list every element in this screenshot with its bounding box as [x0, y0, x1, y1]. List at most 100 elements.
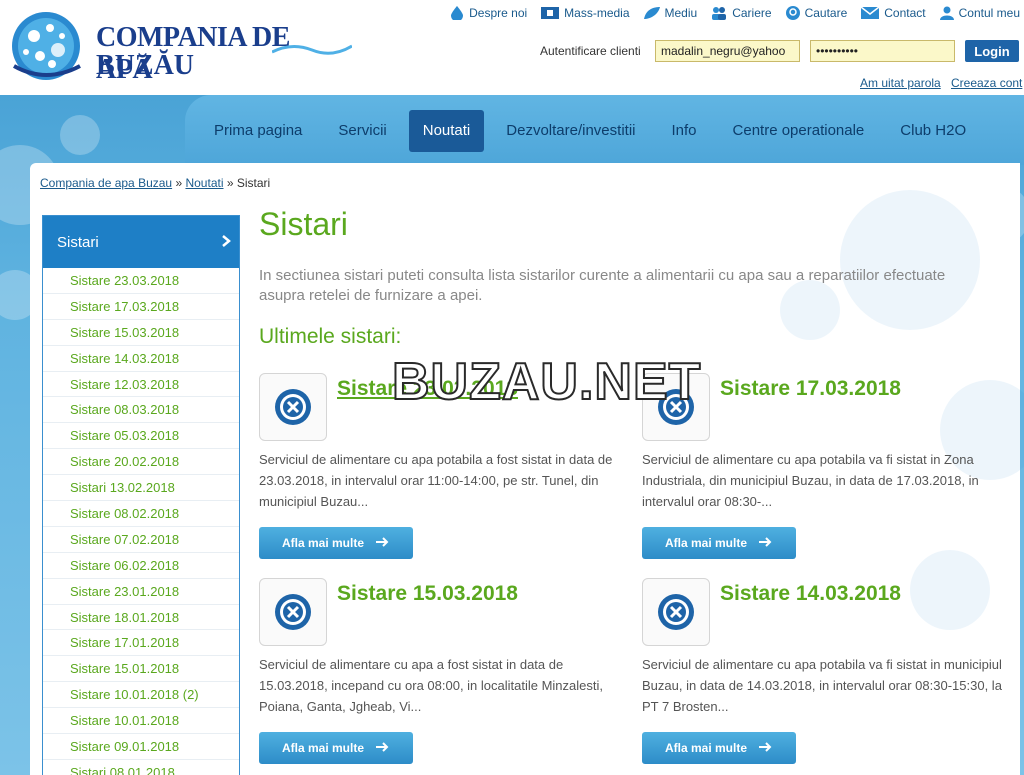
arrow-right-icon	[376, 741, 390, 755]
sidebar-item[interactable]: Sistare 10.01.2018 (2)	[43, 682, 239, 709]
sidebar-item[interactable]: Sistare 09.01.2018	[43, 734, 239, 760]
sidebar-item[interactable]: Sistare 08.03.2018	[43, 397, 239, 424]
news-title[interactable]: Sistare 15.03.2018	[337, 582, 518, 606]
user-icon	[939, 6, 954, 20]
site-header: COMPANIA DE APĂ BUZĂU Despre noi Mass-me…	[0, 0, 1024, 95]
arrow-right-icon	[376, 536, 390, 550]
drop-icon	[450, 6, 464, 20]
nav-info[interactable]: Info	[657, 110, 710, 152]
news-description: Serviciul de alimentare cu apa potabila …	[642, 452, 979, 509]
sidebar-item[interactable]: Sistare 15.01.2018	[43, 656, 239, 683]
toplink-cariere[interactable]: Cariere	[711, 6, 772, 20]
water-drop-logo-icon	[12, 12, 81, 80]
chevron-right-icon	[222, 234, 231, 251]
page-title: Sistari	[259, 206, 348, 242]
nav-club[interactable]: Club H2O	[886, 110, 980, 152]
top-links: Despre noi Mass-media Mediu Cariere Caut…	[436, 6, 1020, 20]
read-more-label: Afla mai multe	[664, 741, 748, 755]
watermark: BUZAU.NET	[391, 352, 702, 412]
nav-dezvoltare[interactable]: Dezvoltare/investitii	[492, 110, 649, 152]
sidebar-item[interactable]: Sistare 17.03.2018	[43, 294, 239, 320]
toplink-cautare[interactable]: Cautare	[785, 6, 847, 20]
close-circle-icon	[275, 594, 311, 630]
toplink-label: Mass-media	[564, 6, 630, 20]
arrow-right-icon	[759, 536, 773, 550]
logo-subtitle: BUZĂU	[96, 50, 195, 81]
sidebar-item[interactable]: Sistare 20.02.2018	[43, 449, 239, 476]
news-title[interactable]: Sistare 17.03.2018	[720, 377, 901, 401]
news-thumbnail[interactable]	[642, 578, 710, 646]
main-nav: Prima pagina Servicii Noutati Dezvoltare…	[200, 110, 988, 152]
toplink-despre-noi[interactable]: Despre noi	[450, 6, 527, 20]
nav-servicii[interactable]: Servicii	[324, 110, 400, 152]
email-field[interactable]	[655, 40, 800, 62]
nav-noutati[interactable]: Noutati	[408, 110, 485, 152]
intro-text: In sectiunea sistari puteti consulta lis…	[259, 267, 946, 304]
sidebar-item[interactable]: Sistare 07.02.2018	[43, 527, 239, 553]
login-button[interactable]: Login	[965, 40, 1019, 62]
toplink-label: Contact	[884, 6, 926, 20]
toplink-label: Contul meu	[958, 6, 1020, 20]
news-description: Serviciul de alimentare cu apa a fost si…	[259, 657, 603, 714]
toplink-mass-media[interactable]: Mass-media	[541, 6, 630, 20]
sidebar-item[interactable]: Sistare 18.01.2018	[43, 605, 239, 631]
read-more-label: Afla mai multe	[281, 536, 365, 550]
sidebar-item[interactable]: Sistare 15.03.2018	[43, 320, 239, 346]
news-description: Serviciul de alimentare cu apa potabila …	[259, 452, 613, 509]
logo-wave-icon	[272, 44, 352, 55]
news-thumbnail[interactable]	[259, 578, 327, 646]
toplink-contact[interactable]: Contact	[861, 6, 926, 20]
toplink-label: Despre noi	[469, 6, 528, 20]
read-more-button[interactable]: Afla mai multe	[642, 527, 796, 559]
section-title: Ultimele sistari:	[259, 325, 402, 348]
breadcrumb-home[interactable]: Compania de apa Buzau	[40, 176, 172, 190]
toplink-contul-meu[interactable]: Contul meu	[939, 6, 1020, 20]
toplink-label: Cariere	[732, 6, 772, 20]
auth-label: Autentificare clienti	[540, 44, 641, 58]
toplink-label: Mediu	[664, 6, 698, 20]
news-description: Serviciul de alimentare cu apa potabila …	[642, 657, 1002, 714]
search-icon	[785, 6, 800, 20]
breadcrumb-current: Sistari	[236, 176, 271, 190]
mail-icon	[861, 6, 880, 20]
read-more-label: Afla mai multe	[664, 536, 748, 550]
film-icon	[541, 6, 560, 20]
news-thumbnail[interactable]	[259, 373, 327, 441]
read-more-button[interactable]: Afla mai multe	[259, 527, 413, 559]
breadcrumb-sep: »	[226, 176, 234, 190]
breadcrumb-sep: »	[175, 176, 183, 190]
sidebar-item[interactable]: Sistare 23.03.2018	[43, 268, 239, 294]
read-more-button[interactable]: Afla mai multe	[642, 732, 796, 764]
sidebar-item[interactable]: Sistare 17.01.2018	[43, 630, 239, 657]
breadcrumb-section[interactable]: Noutati	[185, 176, 223, 190]
leaf-icon	[643, 6, 660, 20]
read-more-button[interactable]: Afla mai multe	[259, 732, 413, 764]
toplink-mediu[interactable]: Mediu	[643, 6, 698, 20]
forgot-password-link[interactable]: Am uitat parola	[860, 76, 941, 90]
sidebar-item[interactable]: Sistare 10.01.2018	[43, 708, 239, 735]
breadcrumb: Compania de apa Buzau » Noutati » Sistar…	[40, 176, 270, 190]
sidebar-header[interactable]: Sistari	[43, 216, 239, 268]
sidebar-item[interactable]: Sistare 05.03.2018	[43, 423, 239, 450]
arrow-right-icon	[759, 741, 773, 755]
sidebar: Sistari Sistare 23.03.2018 Sistare 17.03…	[42, 215, 240, 775]
sidebar-item[interactable]: Sistare 06.02.2018	[43, 553, 239, 579]
sidebar-item[interactable]: Sistare 08.02.2018	[43, 501, 239, 527]
nav-prima-pagina[interactable]: Prima pagina	[200, 110, 316, 152]
sidebar-item[interactable]: Sistari 08.01.2018	[43, 760, 239, 775]
create-account-link[interactable]: Creeaza cont	[951, 76, 1022, 90]
read-more-label: Afla mai multe	[281, 741, 365, 755]
sidebar-item[interactable]: Sistare 23.01.2018	[43, 579, 239, 605]
people-icon	[711, 6, 727, 20]
close-circle-icon	[658, 594, 694, 630]
sidebar-item[interactable]: Sistare 14.03.2018	[43, 346, 239, 372]
company-logo[interactable]: COMPANIA DE APĂ BUZĂU	[10, 8, 352, 85]
close-circle-icon	[275, 389, 311, 425]
sidebar-item[interactable]: Sistare 12.03.2018	[43, 372, 239, 398]
news-title[interactable]: Sistare 14.03.2018	[720, 582, 901, 606]
nav-centre[interactable]: Centre operationale	[719, 110, 879, 152]
sidebar-title: Sistari	[57, 233, 99, 251]
password-field[interactable]	[810, 40, 955, 62]
sidebar-item[interactable]: Sistari 13.02.2018	[43, 475, 239, 502]
sidebar-list: Sistare 23.03.2018 Sistare 17.03.2018 Si…	[43, 268, 239, 775]
